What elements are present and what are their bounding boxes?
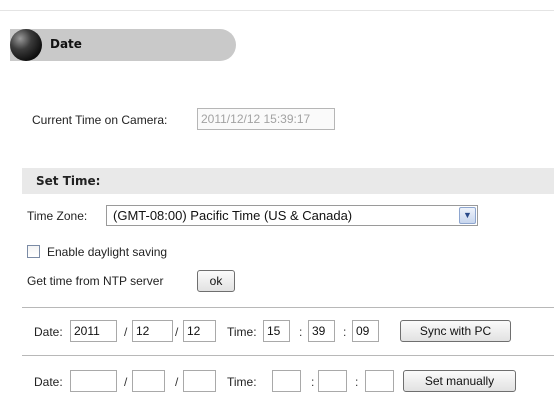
time-separator: : [311, 375, 315, 389]
chevron-down-icon[interactable]: ▼ [459, 207, 476, 224]
manual-hour-field[interactable] [272, 370, 301, 392]
set-manually-button[interactable]: Set manually [403, 370, 516, 392]
time-separator: : [355, 375, 359, 389]
sync-month-field[interactable]: 12 [132, 320, 173, 342]
current-time-label: Current Time on Camera: [32, 113, 168, 127]
date-separator: / [124, 325, 128, 339]
manual-year-field[interactable] [70, 370, 117, 392]
time-separator: : [343, 325, 347, 339]
time-zone-label: Time Zone: [27, 209, 88, 223]
manual-day-field[interactable] [183, 370, 216, 392]
date-separator: / [175, 375, 179, 389]
manual-date-label: Date: [34, 375, 63, 389]
sync-year-field[interactable]: 2011 [70, 320, 117, 342]
ntp-label: Get time from NTP server [27, 274, 164, 288]
manual-second-field[interactable] [365, 370, 394, 392]
section-header-title: Date [50, 37, 82, 51]
daylight-saving-label: Enable daylight saving [47, 245, 168, 259]
section-header: Date [10, 29, 236, 61]
bullet-ball-icon [10, 29, 42, 61]
sync-time-label: Time: [227, 325, 257, 339]
sync-hour-field[interactable]: 15 [263, 320, 290, 342]
manual-time-label: Time: [227, 375, 257, 389]
manual-month-field[interactable] [132, 370, 165, 392]
daylight-saving-checkbox[interactable] [27, 245, 40, 258]
time-zone-select[interactable]: (GMT-08:00) Pacific Time (US & Canada) ▼ [106, 205, 478, 226]
current-time-field: 2011/12/12 15:39:17 [197, 108, 335, 130]
sync-day-field[interactable]: 12 [183, 320, 216, 342]
sync-date-label: Date: [34, 325, 63, 339]
sync-second-field[interactable]: 09 [352, 320, 379, 342]
ntp-ok-button[interactable]: ok [197, 270, 235, 292]
set-time-title: Set Time: [36, 174, 101, 188]
divider [22, 355, 554, 356]
set-time-section-bar: Set Time: [22, 168, 554, 194]
sync-minute-field[interactable]: 39 [308, 320, 335, 342]
time-separator: : [299, 325, 303, 339]
date-separator: / [124, 375, 128, 389]
manual-minute-field[interactable] [318, 370, 347, 392]
time-zone-selected-value: (GMT-08:00) Pacific Time (US & Canada) [113, 208, 353, 223]
top-divider [0, 10, 554, 11]
sync-with-pc-button[interactable]: Sync with PC [400, 320, 511, 342]
divider [22, 307, 554, 308]
date-separator: / [175, 325, 179, 339]
